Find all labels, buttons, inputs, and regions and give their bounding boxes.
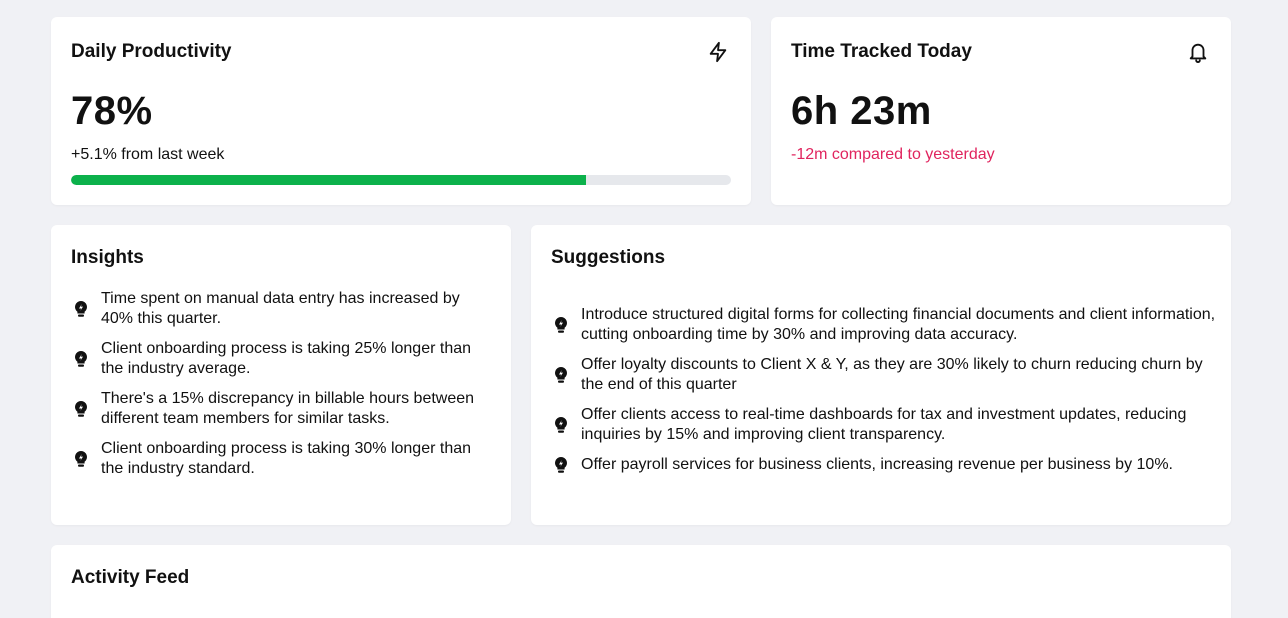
time-tracked-card: Time Tracked Today 6h 23m -12m compared … bbox=[771, 17, 1231, 205]
insight-item: There's a 15% discrepancy in billable ho… bbox=[71, 389, 491, 429]
insight-item: Client onboarding process is taking 30% … bbox=[71, 439, 491, 479]
suggestion-text: Offer clients access to real-time dashbo… bbox=[581, 406, 1187, 443]
insight-text: Client onboarding process is taking 30% … bbox=[101, 440, 472, 477]
daily-productivity-card: Daily Productivity 78% +5.1% from last w… bbox=[51, 17, 751, 205]
card-title: Time Tracked Today bbox=[791, 41, 972, 62]
lightbulb-icon bbox=[551, 365, 571, 385]
suggestion-text: Offer payroll services for business clie… bbox=[581, 456, 1173, 473]
insight-text: There's a 15% discrepancy in billable ho… bbox=[101, 390, 475, 427]
suggestion-item: Offer loyalty discounts to Client X & Y,… bbox=[551, 355, 1216, 395]
lightbulb-icon bbox=[551, 415, 571, 435]
lightbulb-icon bbox=[551, 315, 571, 335]
insights-card: Insights Time spent on manual data entry… bbox=[51, 225, 511, 525]
suggestion-item: Offer clients access to real-time dashbo… bbox=[551, 405, 1216, 445]
suggestion-text: Offer loyalty discounts to Client X & Y,… bbox=[581, 356, 1203, 393]
lightbulb-icon bbox=[71, 299, 91, 319]
suggestion-item: Offer payroll services for business clie… bbox=[551, 455, 1216, 475]
productivity-change: +5.1% from last week bbox=[71, 146, 225, 163]
card-title: Daily Productivity bbox=[71, 41, 232, 62]
time-tracked-change: -12m compared to yesterday bbox=[791, 146, 995, 163]
time-tracked-value: 6h 23m bbox=[791, 89, 932, 133]
suggestions-list: Introduce structured digital forms for c… bbox=[551, 305, 1216, 485]
suggestion-text: Introduce structured digital forms for c… bbox=[581, 306, 1216, 343]
suggestions-card: Suggestions Introduce structured digital… bbox=[531, 225, 1231, 525]
card-title: Suggestions bbox=[551, 247, 666, 268]
activity-feed-card: Activity Feed bbox=[51, 545, 1231, 618]
insight-item: Time spent on manual data entry has incr… bbox=[71, 289, 491, 329]
lightbulb-icon bbox=[551, 455, 571, 475]
progress-fill bbox=[71, 175, 586, 185]
insight-text: Time spent on manual data entry has incr… bbox=[101, 290, 460, 327]
lightbulb-icon bbox=[71, 349, 91, 369]
lightbulb-icon bbox=[71, 449, 91, 469]
card-title: Activity Feed bbox=[71, 567, 190, 588]
productivity-progress-bar bbox=[71, 175, 731, 185]
insight-item: Client onboarding process is taking 25% … bbox=[71, 339, 491, 379]
suggestion-item: Introduce structured digital forms for c… bbox=[551, 305, 1216, 345]
bell-icon[interactable] bbox=[1186, 40, 1210, 64]
card-title: Insights bbox=[71, 247, 144, 268]
insights-list: Time spent on manual data entry has incr… bbox=[71, 289, 491, 489]
lightning-icon bbox=[706, 40, 730, 64]
insight-text: Client onboarding process is taking 25% … bbox=[101, 340, 472, 377]
productivity-value: 78% bbox=[71, 89, 153, 133]
lightbulb-icon bbox=[71, 399, 91, 419]
